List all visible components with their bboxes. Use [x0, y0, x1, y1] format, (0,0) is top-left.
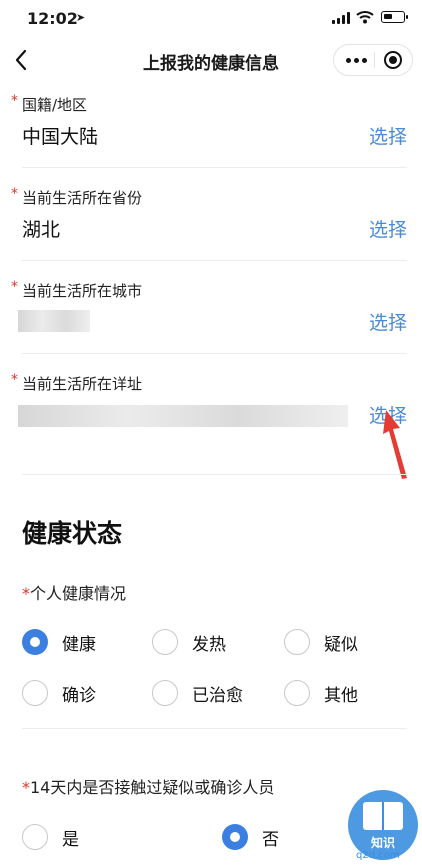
section-title: 健康状态: [22, 519, 123, 548]
field-address: * 当前生活所在详址 选择: [0, 372, 422, 463]
radio-other[interactable]: 其他: [284, 678, 358, 708]
radio-selected-icon: [22, 629, 48, 655]
field-label: 国籍/地区: [22, 96, 88, 114]
field-province: * 当前生活所在省份 湖北 选择: [0, 186, 422, 277]
divider: [22, 167, 407, 168]
radio-healthy[interactable]: 健康: [22, 627, 96, 657]
radio-no[interactable]: 否: [222, 822, 279, 852]
radio-recovered[interactable]: 已治愈: [152, 678, 243, 708]
status-time: 12:02: [27, 9, 78, 28]
cellular-signal-icon: [332, 12, 350, 24]
radio-label: 其他: [324, 685, 358, 706]
required-mark: *: [22, 778, 30, 797]
annotation-arrow-icon: [383, 410, 407, 479]
field-value: 中国大陆: [22, 126, 99, 148]
radio-unselected-icon: [22, 824, 48, 850]
capsule-divider: [374, 52, 375, 68]
radio-label: 健康: [62, 634, 96, 655]
field-nationality: * 国籍/地区 中国大陆 选择: [0, 93, 422, 184]
nav-bar: 上报我的健康信息: [0, 38, 422, 84]
select-nationality-button[interactable]: 选择: [369, 122, 407, 149]
required-mark: *: [11, 372, 18, 388]
field-city: * 当前生活所在城市 选择: [0, 279, 422, 370]
radio-unselected-icon: [284, 680, 310, 706]
battery-icon: [381, 11, 408, 23]
radio-label: 确诊: [62, 685, 96, 706]
close-mini-program-icon[interactable]: [384, 51, 402, 69]
select-city-button[interactable]: 选择: [369, 308, 407, 335]
required-mark: *: [11, 93, 18, 109]
redacted-address-value: [18, 405, 348, 427]
radio-unselected-icon: [284, 629, 310, 655]
divider: [22, 728, 407, 729]
radio-suspected[interactable]: 疑似: [284, 627, 358, 657]
radio-label: 否: [262, 829, 279, 850]
question-label: 个人健康情况: [30, 584, 127, 603]
radio-label: 已治愈: [192, 685, 243, 706]
divider: [22, 474, 407, 475]
redacted-city-value: [18, 310, 90, 332]
divider: [22, 260, 407, 261]
required-mark: *: [11, 186, 18, 202]
question-contact-history: *14天内是否接触过疑似或确诊人员: [22, 774, 274, 798]
field-label: 当前生活所在详址: [22, 375, 143, 393]
more-options-icon[interactable]: [346, 58, 367, 63]
select-province-button[interactable]: 选择: [369, 215, 407, 242]
field-value: 湖北: [22, 219, 61, 241]
radio-yes[interactable]: 是: [22, 822, 79, 852]
radio-selected-icon: [222, 824, 248, 850]
divider: [22, 353, 407, 354]
status-bar: 12:02 ➤: [0, 0, 422, 38]
site-watermark: 知识 q2d.com: [348, 790, 418, 864]
radio-unselected-icon: [22, 680, 48, 706]
radio-confirmed[interactable]: 确诊: [22, 678, 96, 708]
question-health-status: *个人健康情况: [22, 580, 126, 604]
radio-label: 是: [62, 829, 79, 850]
watermark-site: q2d.com: [356, 850, 400, 861]
required-mark: *: [22, 584, 30, 603]
radio-unselected-icon: [152, 680, 178, 706]
radio-unselected-icon: [152, 629, 178, 655]
book-icon: [363, 802, 403, 830]
location-arrow-icon: ➤: [76, 11, 86, 24]
field-label: 当前生活所在省份: [22, 189, 143, 207]
radio-fever[interactable]: 发热: [152, 627, 226, 657]
field-label: 当前生活所在城市: [22, 282, 143, 300]
radio-label: 发热: [192, 634, 226, 655]
radio-label: 疑似: [324, 634, 358, 655]
watermark-caption: 知识: [370, 836, 395, 850]
question-label: 14天内是否接触过疑似或确诊人员: [30, 778, 275, 797]
wifi-icon: [356, 11, 374, 24]
required-mark: *: [11, 279, 18, 295]
mini-program-capsule: [333, 44, 413, 76]
